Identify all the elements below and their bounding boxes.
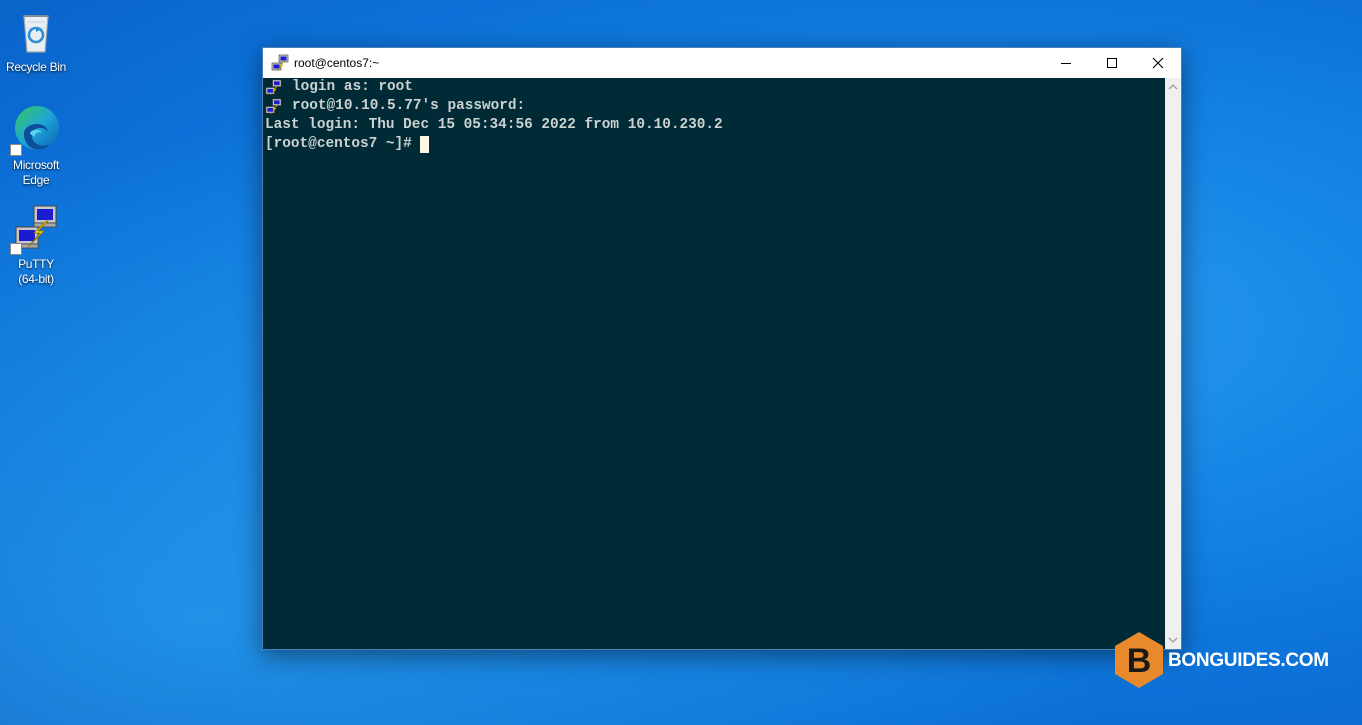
shell-prompt: [root@centos7 ~]# [265,136,412,152]
terminal-line: Last login: Thu Dec 15 05:34:56 2022 fro… [263,116,1165,135]
terminal-text: login as: root [292,79,413,95]
close-icon [1152,57,1164,69]
minimize-button[interactable] [1043,48,1089,78]
terminal-line: login as: root [263,78,1165,97]
desktop-icon-label: Microsoft Edge [13,158,59,187]
logo-letter: B [1127,642,1152,680]
window-controls [1043,48,1181,78]
terminal-prompt-line: [root@centos7 ~]# [263,135,1165,154]
maximize-icon [1107,58,1117,68]
watermark-text: BONGUIDES.COM [1168,650,1329,671]
putty-icon [10,203,62,255]
scroll-up-arrow-icon[interactable] [1168,82,1178,92]
edge-icon [10,104,62,156]
terminal-text: root@10.10.5.77's password: [292,98,526,114]
desktop-icon-label: Recycle Bin [5,60,67,74]
shortcut-arrow-icon [10,144,22,156]
putty-icon [271,54,289,72]
putty-window[interactable]: root@centos7:~ login as: root root@10.10… [262,47,1182,650]
terminal-cursor [419,136,429,153]
putty-icon [265,98,282,115]
putty-icon [265,79,282,96]
close-button[interactable] [1135,48,1181,78]
desktop-icon-putty[interactable]: PuTTY (64-bit) [2,203,70,287]
recycle-bin-icon [10,6,62,58]
bonguides-logo-icon: B [1115,632,1163,688]
bonguides-watermark: B BONGUIDES.COM [1112,630,1329,690]
terminal-area[interactable]: login as: root root@10.10.5.77's passwor… [263,78,1165,649]
window-titlebar[interactable]: root@centos7:~ [263,48,1181,78]
vertical-scrollbar[interactable] [1165,78,1181,649]
desktop-icon-recycle-bin[interactable]: Recycle Bin [2,6,70,75]
maximize-button[interactable] [1089,48,1135,78]
terminal-text: Last login: Thu Dec 15 05:34:56 2022 fro… [265,117,723,133]
desktop-icon-label: PuTTY (64-bit) [18,257,54,286]
shortcut-arrow-icon [10,243,22,255]
window-title: root@centos7:~ [294,56,380,70]
minimize-icon [1061,63,1071,64]
terminal-line: root@10.10.5.77's password: [263,97,1165,116]
desktop-icon-microsoft-edge[interactable]: Microsoft Edge [2,104,70,188]
